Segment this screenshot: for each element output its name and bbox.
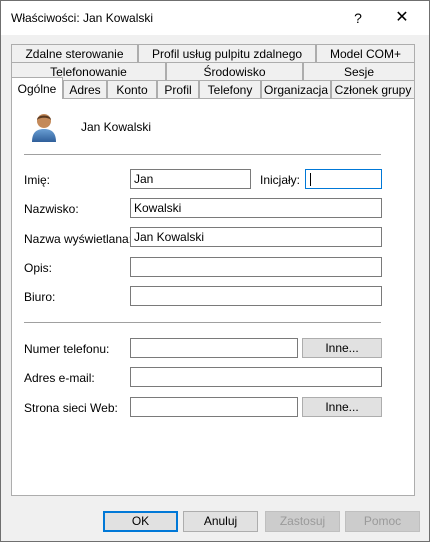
phone-field[interactable] <box>130 338 298 358</box>
user-icon <box>32 114 56 142</box>
separator <box>24 154 381 155</box>
close-icon[interactable]: ✕ <box>387 5 417 31</box>
text-caret <box>310 173 311 187</box>
help-button[interactable]: Pomoc <box>345 511 420 532</box>
tab-general[interactable]: Ogólne <box>11 77 63 99</box>
tab-remote-desktop-profile[interactable]: Profil usług pulpitu zdalnego <box>138 44 316 63</box>
initials-field[interactable] <box>305 169 382 189</box>
tab-member-of[interactable]: Członek grupy <box>331 80 415 99</box>
tab-environment[interactable]: Środowisko <box>166 62 303 81</box>
tab-remote-control[interactable]: Zdalne sterowanie <box>11 44 138 63</box>
description-field[interactable] <box>130 257 382 277</box>
tab-phones[interactable]: Telefony <box>199 80 261 99</box>
title-bar: Właściwości: Jan Kowalski ? ✕ <box>1 1 429 35</box>
office-label: Biuro: <box>24 290 56 304</box>
description-label: Opis: <box>24 261 53 275</box>
user-display-name: Jan Kowalski <box>81 120 152 134</box>
first-name-label: Imię: <box>24 173 51 187</box>
tab-profile[interactable]: Profil <box>157 80 199 99</box>
separator <box>24 322 381 323</box>
phone-other-button[interactable]: Inne... <box>302 338 382 358</box>
office-field[interactable] <box>130 286 382 306</box>
web-other-button[interactable]: Inne... <box>302 397 382 417</box>
email-field[interactable] <box>130 367 382 387</box>
first-name-field[interactable]: Jan <box>130 169 251 189</box>
tab-sessions[interactable]: Sesje <box>303 62 415 81</box>
initials-label: Inicjały: <box>260 173 301 187</box>
ok-button[interactable]: OK <box>103 511 178 532</box>
window-title: Właściwości: Jan Kowalski <box>11 11 154 25</box>
email-label: Adres e-mail: <box>24 371 95 385</box>
tab-address[interactable]: Adres <box>63 80 107 99</box>
phone-label: Numer telefonu: <box>24 342 110 356</box>
cancel-button[interactable]: Anuluj <box>183 511 258 532</box>
properties-dialog: Właściwości: Jan Kowalski ? ✕ Zdalne ste… <box>0 0 430 542</box>
last-name-label: Nazwisko: <box>24 202 79 216</box>
last-name-field[interactable]: Kowalski <box>130 198 382 218</box>
help-icon[interactable]: ? <box>343 5 373 31</box>
display-name-field[interactable]: Jan Kowalski <box>130 227 382 247</box>
tab-organization[interactable]: Organizacja <box>261 80 331 99</box>
web-page-field[interactable] <box>130 397 298 417</box>
web-page-label: Strona sieci Web: <box>24 401 118 415</box>
display-name-label: Nazwa wyświetlana: <box>24 232 133 246</box>
apply-button[interactable]: Zastosuj <box>265 511 340 532</box>
tab-com-plus[interactable]: Model COM+ <box>316 44 415 63</box>
tab-account[interactable]: Konto <box>107 80 157 99</box>
